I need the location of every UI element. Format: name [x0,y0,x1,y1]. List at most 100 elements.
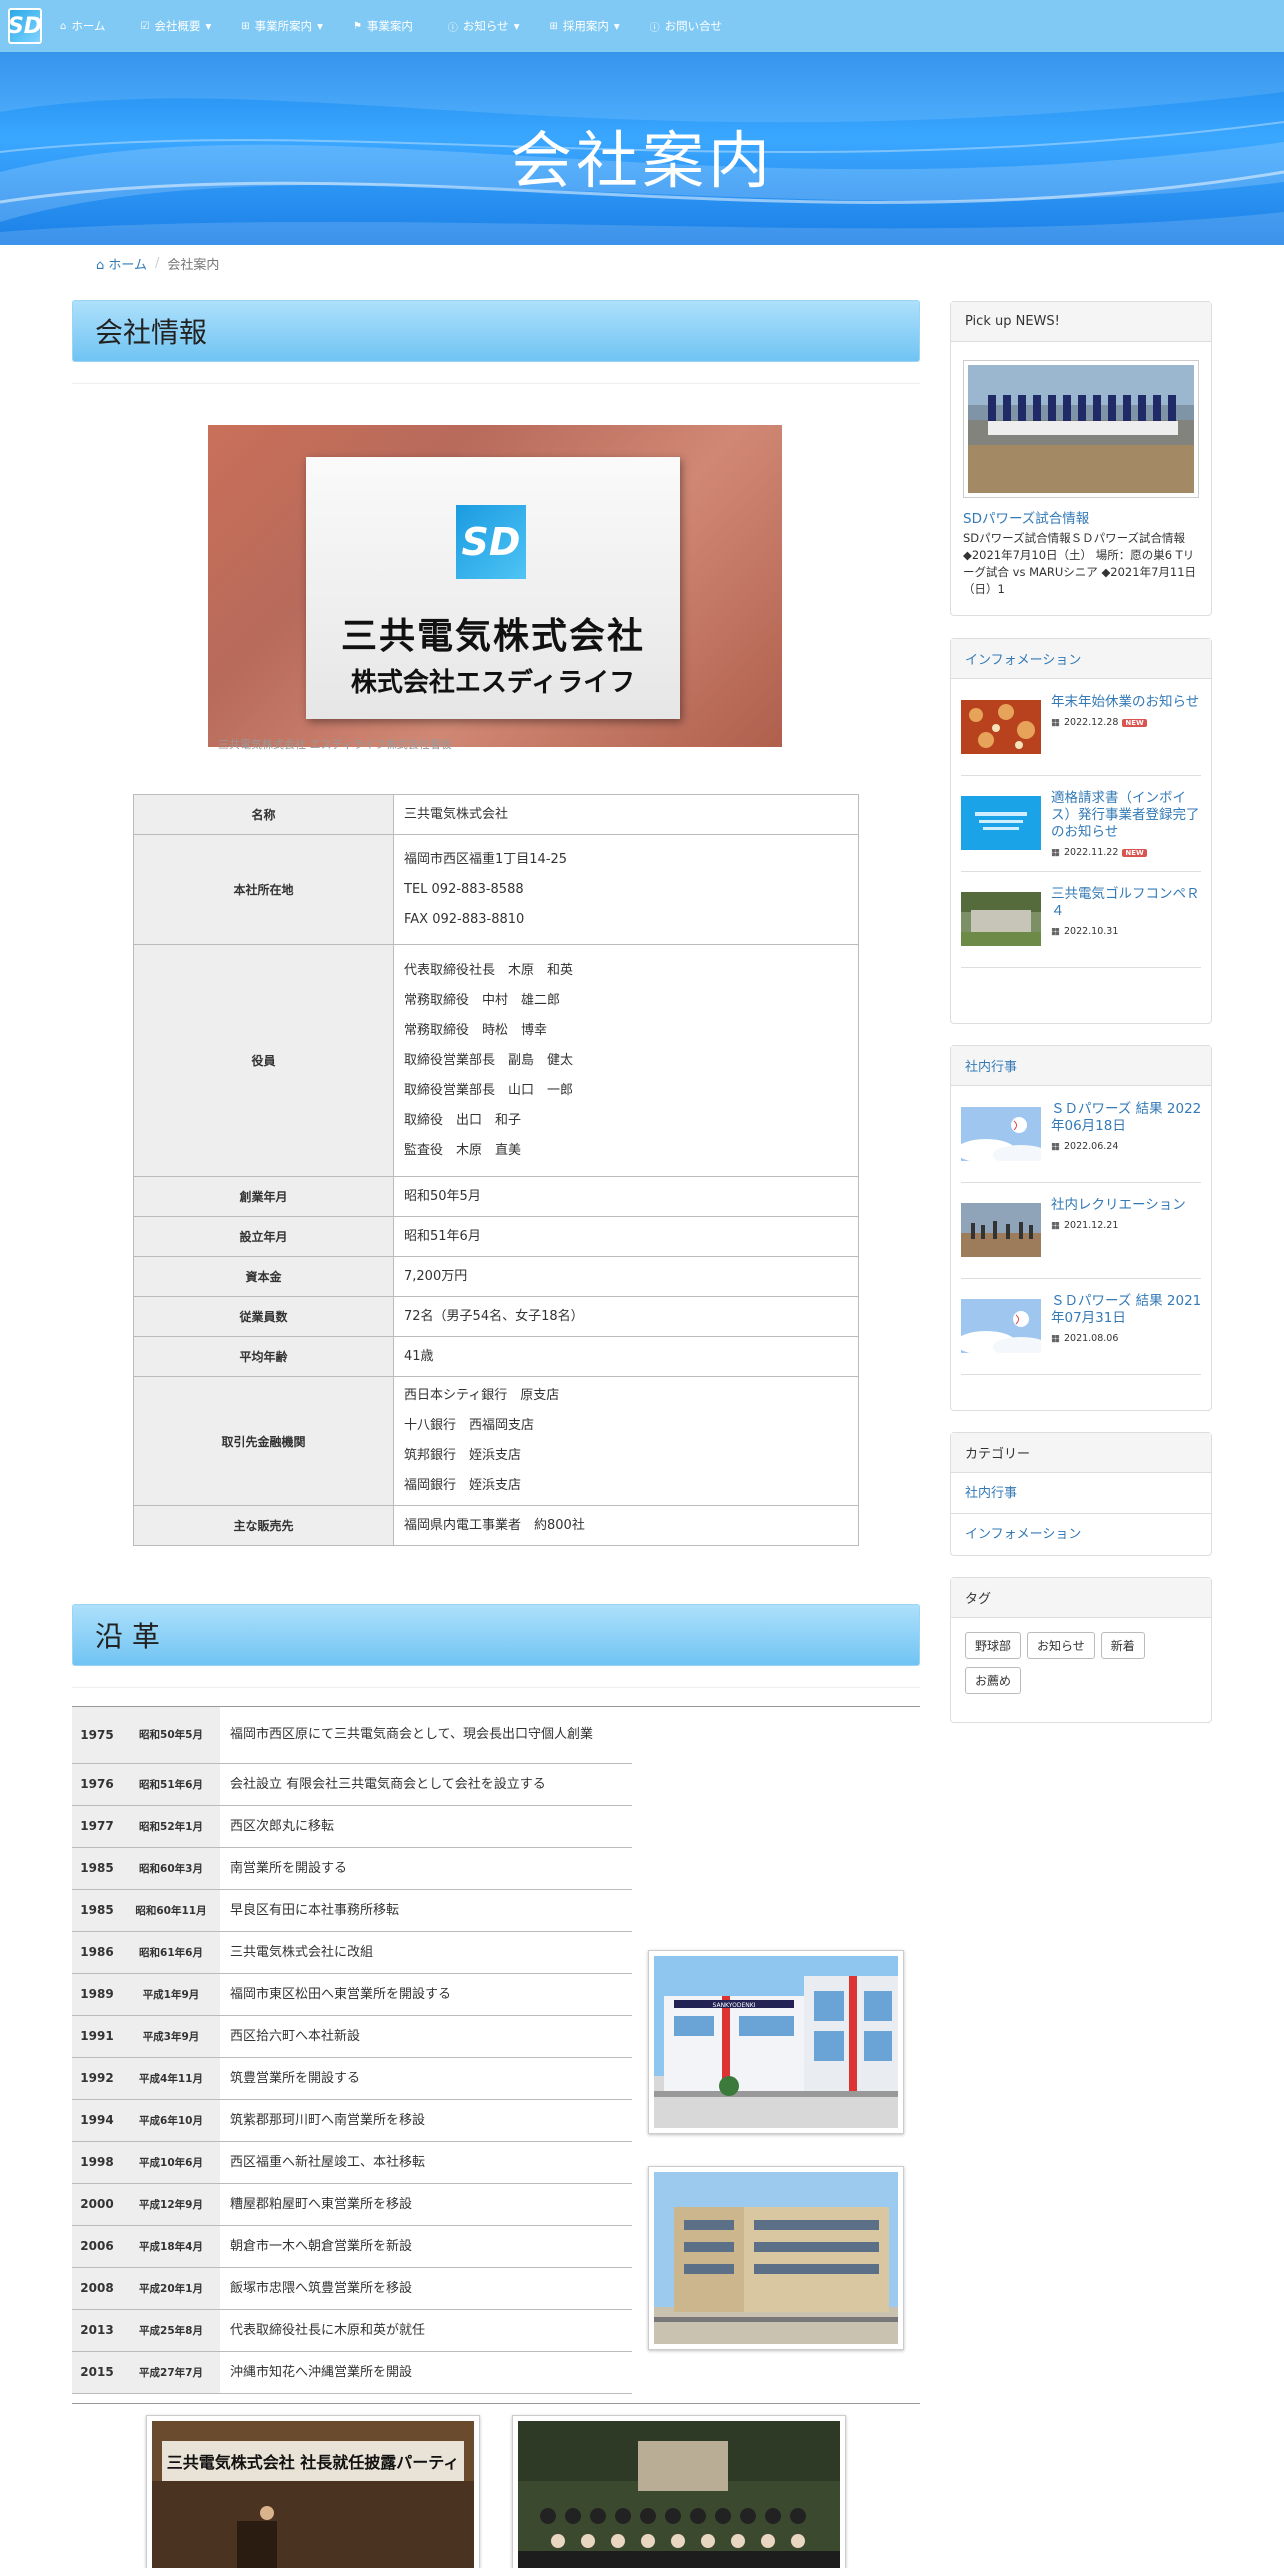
info-value-line: 7,200万円 [404,1268,468,1284]
history-row: 2006 平成18年4月 朝倉市一木へ朝倉営業所を新設 [72,2225,632,2268]
info-value-line: 41歳 [404,1348,434,1364]
post-thumbnail[interactable] [956,1299,1049,1357]
history-heading: 沿 革 [72,1604,920,1666]
info-label: 取引先金融機関 [133,1376,394,1506]
nav-item-4[interactable]: ⓘ お知らせ ▾ [448,18,520,34]
info-value-line: 筑邦銀行 姪浜支店 [404,1448,522,1463]
post-date: ▦ 2022.12.28 NEW [1051,717,1147,728]
post-thumbnail[interactable] [961,892,1041,946]
panel-title: Pick up NEWS! [951,302,1211,342]
nav-item-0[interactable]: ⌂ ホーム [60,18,111,34]
category-link[interactable]: インフォメーション [951,1514,1211,1555]
tag-button[interactable]: 野球部 [965,1632,1022,1659]
history-era: 平成6年10月 [122,2099,220,2142]
pickup-excerpt: SDパワーズ試合情報ＳＤパワーズ試合情報 ◆2021年7月10日（土） 場所：愿… [963,531,1197,596]
nav-item-5[interactable]: ⊞ 採用案内 ▾ [549,18,619,34]
info-row: 本社所在地 福岡市西区福重1丁目14-25 TEL 092-883-8588 FAX … [133,834,859,945]
nav-item-label: 会社概要 [154,19,201,33]
calendar-icon: ▦ [1051,926,1060,937]
nav-item-label: 事業案内 [366,19,413,33]
post-title-link[interactable]: ＳＤパワーズ 結果 2021年07月31日 [1051,1293,1203,1327]
info-value-line: 三共電気株式会社 [404,806,509,822]
info-value-line: FAX 092-883-8810 [404,911,525,927]
info-value: 福岡県内電工事業者 約800社 [393,1505,859,1546]
history-year: 2015 [72,2351,122,2394]
info-label: 役員 [133,944,394,1177]
info-value-line: 取締役営業部長 山口 一郎 [404,1082,574,1098]
tag-button[interactable]: 新着 [1100,1632,1145,1659]
info-value-line: 福岡市西区福重1丁目14-25 [404,851,568,867]
history-era: 平成3年9月 [122,2015,220,2058]
tag-button[interactable]: お薦め [965,1667,1022,1694]
post-title-link[interactable]: 年末年始休業のお知らせ [1051,694,1203,711]
post-thumbnail[interactable] [961,1203,1041,1257]
history-era: 平成18年4月 [122,2225,220,2268]
info-value-line: 取締役 出口 和子 [404,1112,522,1128]
new-badge: NEW [1122,848,1147,857]
breadcrumb-separator: / [155,256,160,271]
info-value: 三共電気株式会社 [393,794,859,835]
history-event: 沖縄市知花へ沖縄営業所を開設 [220,2351,632,2394]
history-year: 2008 [72,2267,122,2310]
plus-square-icon: ⊞ [549,20,558,32]
group-photo [512,2415,846,2568]
post-title-link[interactable]: 三共電気ゴルフコンペＲ４ [1051,886,1203,920]
history-era: 昭和60年3月 [122,1847,220,1890]
list-divider [961,1182,1201,1183]
sign-line-2: 株式会社エスディライフ [350,668,636,698]
breadcrumb-home[interactable]: ⌂ ホーム [96,254,147,273]
breadcrumb-current: 会社案内 [167,258,220,273]
info-value-line: 72名（男子54名、女子18名） [404,1308,584,1324]
company-sign-plate: SD 三共電気株式会社 株式会社エスディライフ [306,457,680,719]
post-thumbnail[interactable] [956,1107,1049,1165]
info-value-line: 西日本シティ銀行 原支店 [404,1388,560,1403]
history-row: 1994 平成6年10月 筑紫郡那珂川町へ南営業所を移設 [72,2099,632,2142]
category-link[interactable]: 社内行事 [951,1473,1211,1514]
history-event: 南営業所を開設する [220,1847,632,1890]
history-year: 1985 [72,1889,122,1932]
post-date: ▦ 2022.06.24 [1051,1141,1118,1152]
info-value: 福岡市西区福重1丁目14-25 TEL 092-883-8588 FAX 092-8… [393,834,859,945]
history-year: 2006 [72,2225,122,2268]
divider [72,2403,920,2404]
post-title-link[interactable]: 適格請求書（インボイス）発行事業者登録完了のお知らせ [1051,790,1203,841]
history-row: 1989 平成1年9月 福岡市東区松田へ東営業所を開設する [72,1973,632,2016]
nav-item-6[interactable]: ⓘ お問い合せ [650,18,728,34]
info-label: 平均年齢 [133,1336,394,1377]
history-row: 1977 昭和52年1月 西区次郎丸に移転 [72,1805,632,1848]
site-logo[interactable]: SD [8,8,42,44]
info-value-line: 福岡銀行 姪浜支店 [404,1478,522,1493]
page-title: 会社案内 [509,124,774,197]
post-title-link[interactable]: ＳＤパワーズ 結果 2022年06月18日 [1051,1101,1203,1135]
post-thumbnail[interactable] [961,700,1041,754]
nav-item-label: ホーム [71,19,106,33]
history-era: 昭和60年11月 [122,1889,220,1932]
history-table: 1975 昭和50年5月 福岡市西区原にて三共電気商会として、現会長出口守個人創業 1… [72,1707,632,2394]
categories-panel: カテゴリー 社内行事 インフォメーション [950,1432,1212,1556]
info-row: 名称 三共電気株式会社 [133,794,859,835]
building-photo-1: SANKYODENKI [648,1950,904,2134]
nav-item-1[interactable]: ☑ 会社概要 ▾ [141,18,212,34]
info-circle-icon: ⓘ [447,22,458,34]
history-event: 西区拾六町へ本社新設 [220,2015,632,2058]
nav-item-3[interactable]: ⚑ 事業案内 [353,18,418,34]
history-event: 三共電気株式会社に改組 [220,1931,632,1974]
tag-button[interactable]: お知らせ [1027,1632,1095,1659]
list-divider [961,871,1201,872]
home-icon: ⌂ [96,258,105,273]
history-era: 平成1年9月 [122,1973,220,2016]
post-date-text: 2021.12.21 [1063,1220,1119,1231]
history-era: 昭和52年1月 [122,1805,220,1848]
history-row: 2015 平成27年7月 沖縄市知花へ沖縄営業所を開設 [72,2351,632,2394]
pickup-thumbnail[interactable] [963,360,1199,498]
post-thumbnail[interactable] [961,796,1041,850]
pickup-link[interactable]: SDパワーズ試合情報 [963,507,1089,527]
history-year: 1992 [72,2057,122,2100]
nav-item-2[interactable]: ⊞ 事業所案内 ▾ [241,18,323,34]
post-title-link[interactable]: 社内レクリエーション [1051,1197,1203,1214]
nav-item-label: お知らせ [462,19,509,33]
info-label: 資本金 [133,1256,394,1297]
panel-title: 社内行事 [951,1046,1211,1086]
info-row: 資本金 7,200万円 [133,1256,859,1297]
info-value: 7,200万円 [393,1256,859,1297]
